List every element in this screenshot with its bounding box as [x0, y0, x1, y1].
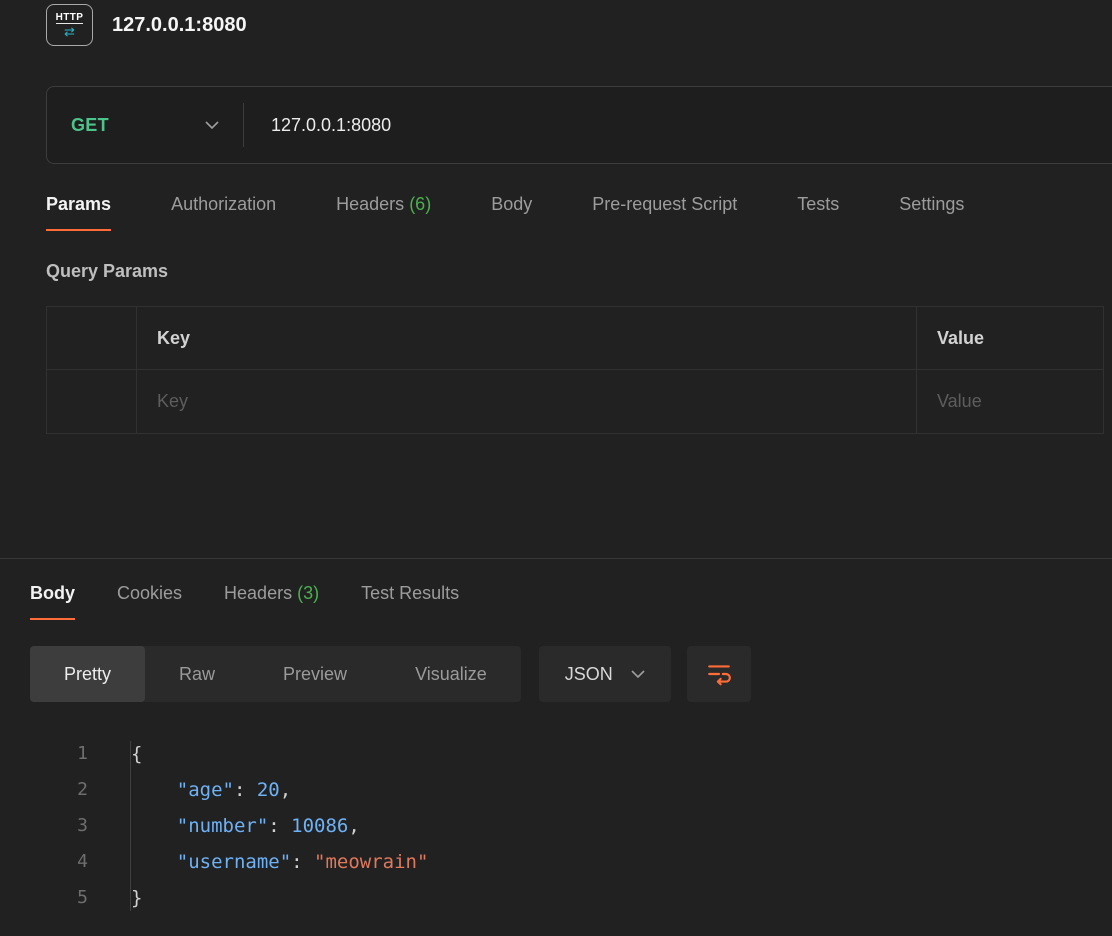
line-number: 5 [30, 880, 88, 916]
code-line: 3 "number": 10086, [30, 808, 1112, 844]
line-number: 2 [30, 772, 88, 808]
http-request-icon: HTTP ⇄ [46, 4, 93, 46]
request-tab-params[interactable]: Params [46, 194, 111, 231]
view-tab-preview[interactable]: Preview [249, 646, 381, 702]
params-select-header-cell [47, 307, 136, 369]
format-selector[interactable]: JSON [539, 646, 671, 702]
line-number: 4 [30, 844, 88, 880]
code-content: "age": 20, [88, 772, 291, 808]
wrap-lines-icon [706, 661, 732, 687]
response-tab-test-results[interactable]: Test Results [361, 583, 459, 620]
request-section: HTTP ⇄ 127.0.0.1:8080 GET Params Authoriz… [0, 2, 1112, 434]
code-line: 1{ [30, 736, 1112, 772]
query-params-heading: Query Params [46, 261, 1112, 282]
params-value-cell [916, 370, 1103, 433]
request-tab-settings[interactable]: Settings [899, 194, 964, 231]
request-tab-body[interactable]: Body [491, 194, 532, 231]
postman-app: HTTP ⇄ 127.0.0.1:8080 GET Params Authoriz… [0, 2, 1112, 916]
view-tab-raw[interactable]: Raw [145, 646, 249, 702]
param-value-input[interactable] [937, 391, 1103, 412]
params-value-header: Value [916, 307, 1103, 369]
code-content: { [88, 736, 142, 772]
response-tabs: Body Cookies Headers (3) Test Results [30, 583, 1112, 620]
line-number: 3 [30, 808, 88, 844]
code-line: 5} [30, 880, 1112, 916]
code-content: } [88, 880, 142, 916]
request-tab-tests[interactable]: Tests [797, 194, 839, 231]
http-badge-label: HTTP [56, 12, 84, 25]
params-input-row [47, 370, 1103, 433]
params-key-cell [136, 370, 916, 433]
http-arrows-icon: ⇄ [64, 25, 75, 38]
query-params-table: Key Value [46, 306, 1104, 434]
line-number: 1 [30, 736, 88, 772]
params-select-cell [47, 370, 136, 433]
wrap-lines-button[interactable] [687, 646, 751, 702]
request-tab-pre-request-script[interactable]: Pre-request Script [592, 194, 737, 231]
params-header-row: Key Value [47, 307, 1103, 370]
format-label: JSON [565, 664, 613, 685]
tab-count-badge: (6) [404, 194, 431, 214]
response-view-bar: PrettyRawPreviewVisualize JSON [30, 646, 1112, 702]
code-line: 2 "age": 20, [30, 772, 1112, 808]
request-tab-headers[interactable]: Headers (6) [336, 194, 431, 231]
request-tab-authorization[interactable]: Authorization [171, 194, 276, 231]
code-content: "username": "meowrain" [88, 844, 428, 880]
chevron-down-icon [631, 670, 645, 678]
response-view-tabs: PrettyRawPreviewVisualize [30, 646, 521, 702]
url-input[interactable] [244, 115, 1112, 136]
params-key-header: Key [136, 307, 916, 369]
response-tab-body[interactable]: Body [30, 583, 75, 620]
response-tab-cookies[interactable]: Cookies [117, 583, 182, 620]
response-tab-headers[interactable]: Headers (3) [224, 583, 319, 620]
view-tab-visualize[interactable]: Visualize [381, 646, 521, 702]
param-key-input[interactable] [157, 391, 916, 412]
view-tab-pretty[interactable]: Pretty [30, 646, 145, 702]
tab-count-badge: (3) [292, 583, 319, 603]
code-content: "number": 10086, [88, 808, 360, 844]
request-header: HTTP ⇄ 127.0.0.1:8080 [46, 2, 1112, 48]
request-title: 127.0.0.1:8080 [112, 14, 247, 37]
method-label: GET [71, 115, 109, 136]
method-selector[interactable]: GET [47, 87, 243, 163]
response-section: Body Cookies Headers (3) Test Results Prett… [0, 559, 1112, 916]
response-body-code: 1{2 "age": 20,3 "number": 10086,4 "usern… [30, 736, 1112, 916]
chevron-down-icon [205, 121, 219, 129]
request-tabs: Params Authorization Headers (6) Body Pre-re… [46, 194, 1112, 231]
request-url-bar: GET [46, 86, 1112, 164]
code-line: 4 "username": "meowrain" [30, 844, 1112, 880]
